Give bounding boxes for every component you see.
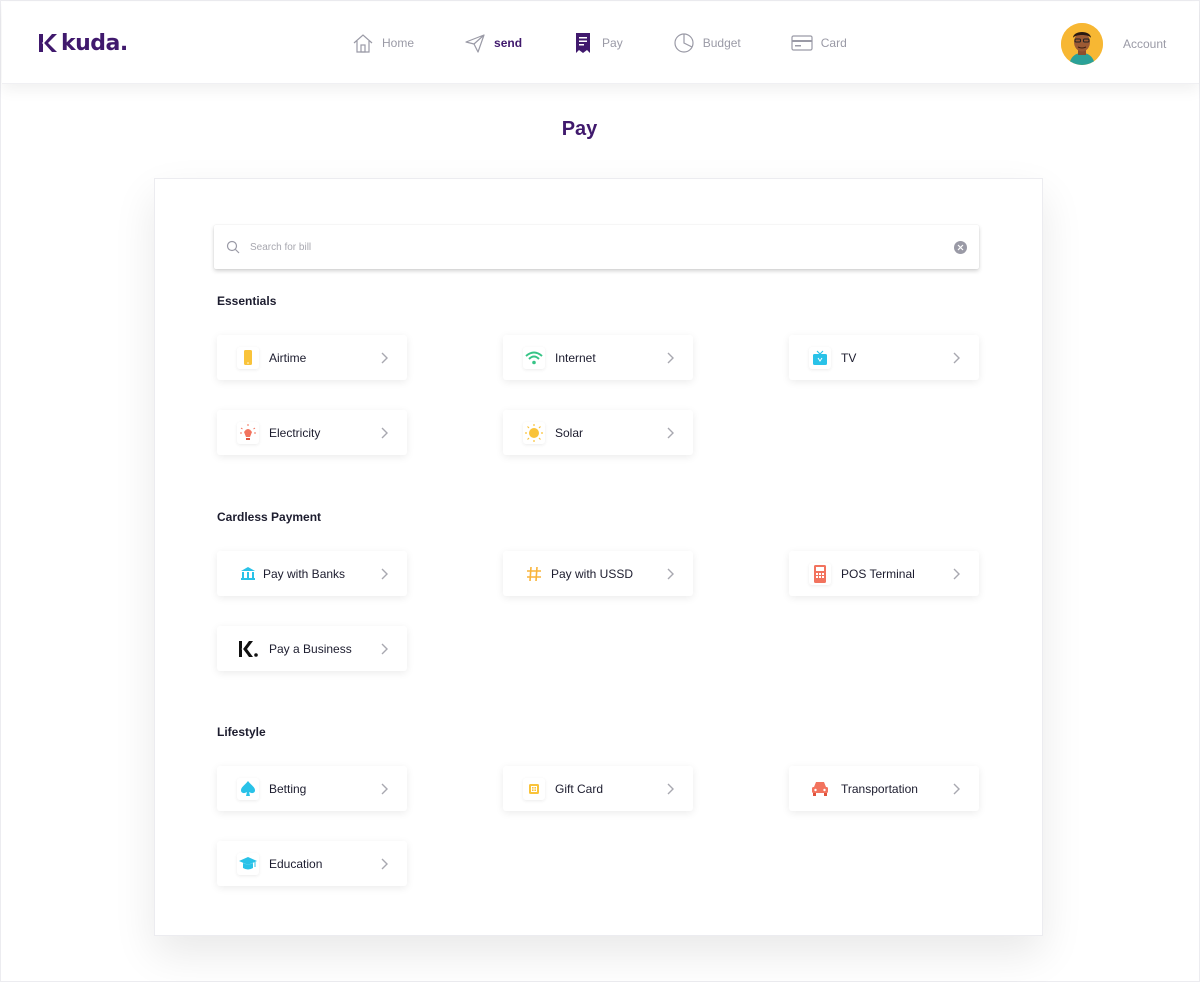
pie-chart-icon <box>674 33 694 53</box>
tile-label: Pay a Business <box>269 641 352 656</box>
tile-pay-with-banks[interactable]: Pay with Banks <box>217 551 407 596</box>
search-icon <box>226 240 240 254</box>
search-bar <box>214 225 979 269</box>
tile-label: Electricity <box>269 425 321 440</box>
chevron-right-icon <box>953 352 960 363</box>
nav-card-label: Card <box>820 36 847 50</box>
tv-icon <box>809 346 831 369</box>
tile-label: POS Terminal <box>841 566 915 581</box>
tile-label: Internet <box>555 350 596 365</box>
nav-pay[interactable]: Pay <box>572 32 623 54</box>
receipt-icon <box>576 33 591 53</box>
hash-icon <box>523 562 545 585</box>
pos-terminal-icon <box>809 562 831 585</box>
credit-card-icon <box>791 35 813 51</box>
tile-pos-terminal[interactable]: POS Terminal <box>789 551 979 596</box>
search-input[interactable] <box>250 241 954 253</box>
clear-search-button[interactable] <box>954 240 967 254</box>
tile-pay-a-business[interactable]: Pay a Business <box>217 626 407 671</box>
chevron-right-icon <box>381 643 388 654</box>
kuda-logo[interactable]: kuda. <box>38 30 128 56</box>
avatar-portrait-icon <box>1061 23 1103 65</box>
tile-label: Airtime <box>269 350 307 365</box>
tile-transportation[interactable]: Transportation <box>789 766 979 811</box>
nav-budget-label: Budget <box>702 36 741 50</box>
tile-airtime[interactable]: Airtime <box>217 335 407 380</box>
chevron-right-icon <box>953 783 960 794</box>
tile-label: Gift Card <box>555 781 604 796</box>
chevron-right-icon <box>381 783 388 794</box>
graduation-cap-icon <box>237 852 259 875</box>
chevron-right-icon <box>381 568 388 579</box>
app-frame: kuda. Home send Pay Budget Card Account … <box>0 0 1200 982</box>
tile-betting[interactable]: Betting <box>217 766 407 811</box>
wifi-icon <box>523 346 545 369</box>
tile-label: Pay with Banks <box>263 566 346 581</box>
tile-internet[interactable]: Internet <box>503 335 693 380</box>
bank-icon <box>237 562 259 585</box>
brand-name: kuda. <box>61 30 128 56</box>
page-title: Pay <box>561 118 598 140</box>
close-icon <box>957 244 964 250</box>
tile-solar[interactable]: Solar <box>503 410 693 455</box>
nav-home-label: Home <box>382 36 415 50</box>
section-title-cardless-payment: Cardless Payment <box>217 510 322 524</box>
tile-label: Solar <box>555 425 584 440</box>
section-title-lifestyle: Lifestyle <box>217 725 266 739</box>
nav-send[interactable]: send <box>464 32 522 54</box>
chevron-right-icon <box>381 427 388 438</box>
nav-send-label: send <box>494 36 523 50</box>
phone-icon <box>237 346 259 369</box>
tile-label: Transportation <box>841 781 918 796</box>
pay-panel: Essentials Airtime Internet TV <box>154 178 1043 936</box>
tile-education[interactable]: Education <box>217 841 407 886</box>
main-nav: Home send Pay Budget Card <box>352 32 847 54</box>
tile-electricity[interactable]: Electricity <box>217 410 407 455</box>
tile-tv[interactable]: TV <box>789 335 979 380</box>
user-avatar[interactable] <box>1061 23 1103 65</box>
tile-label: Education <box>269 856 323 871</box>
tile-gift-card[interactable]: Gift Card <box>503 766 693 811</box>
chevron-right-icon <box>953 568 960 579</box>
kuda-k-mark-icon <box>39 34 57 52</box>
home-icon <box>353 34 373 53</box>
kuda-logo-icon <box>237 637 259 660</box>
nav-budget[interactable]: Budget <box>673 32 741 54</box>
tile-label: Betting <box>269 781 307 796</box>
nav-card[interactable]: Card <box>791 32 847 54</box>
tile-pay-with-ussd[interactable]: Pay with USSD <box>503 551 693 596</box>
chevron-right-icon <box>667 427 674 438</box>
tile-label: Pay with USSD <box>551 566 634 581</box>
top-header: kuda. Home send Pay Budget Card Account <box>2 2 1199 84</box>
nav-pay-label: Pay <box>602 36 623 50</box>
chevron-right-icon <box>667 568 674 579</box>
gift-card-icon <box>523 777 545 800</box>
send-icon <box>465 34 485 53</box>
sun-icon <box>523 421 545 444</box>
nav-home[interactable]: Home <box>352 32 414 54</box>
chevron-right-icon <box>381 352 388 363</box>
section-title-essentials: Essentials <box>217 294 277 308</box>
spade-icon <box>237 777 259 800</box>
chevron-right-icon <box>667 352 674 363</box>
chevron-right-icon <box>381 858 388 869</box>
car-icon <box>809 777 831 800</box>
bulb-icon <box>237 421 259 444</box>
chevron-right-icon <box>667 783 674 794</box>
tile-label: TV <box>841 350 857 365</box>
account-link[interactable]: Account <box>1123 37 1166 51</box>
